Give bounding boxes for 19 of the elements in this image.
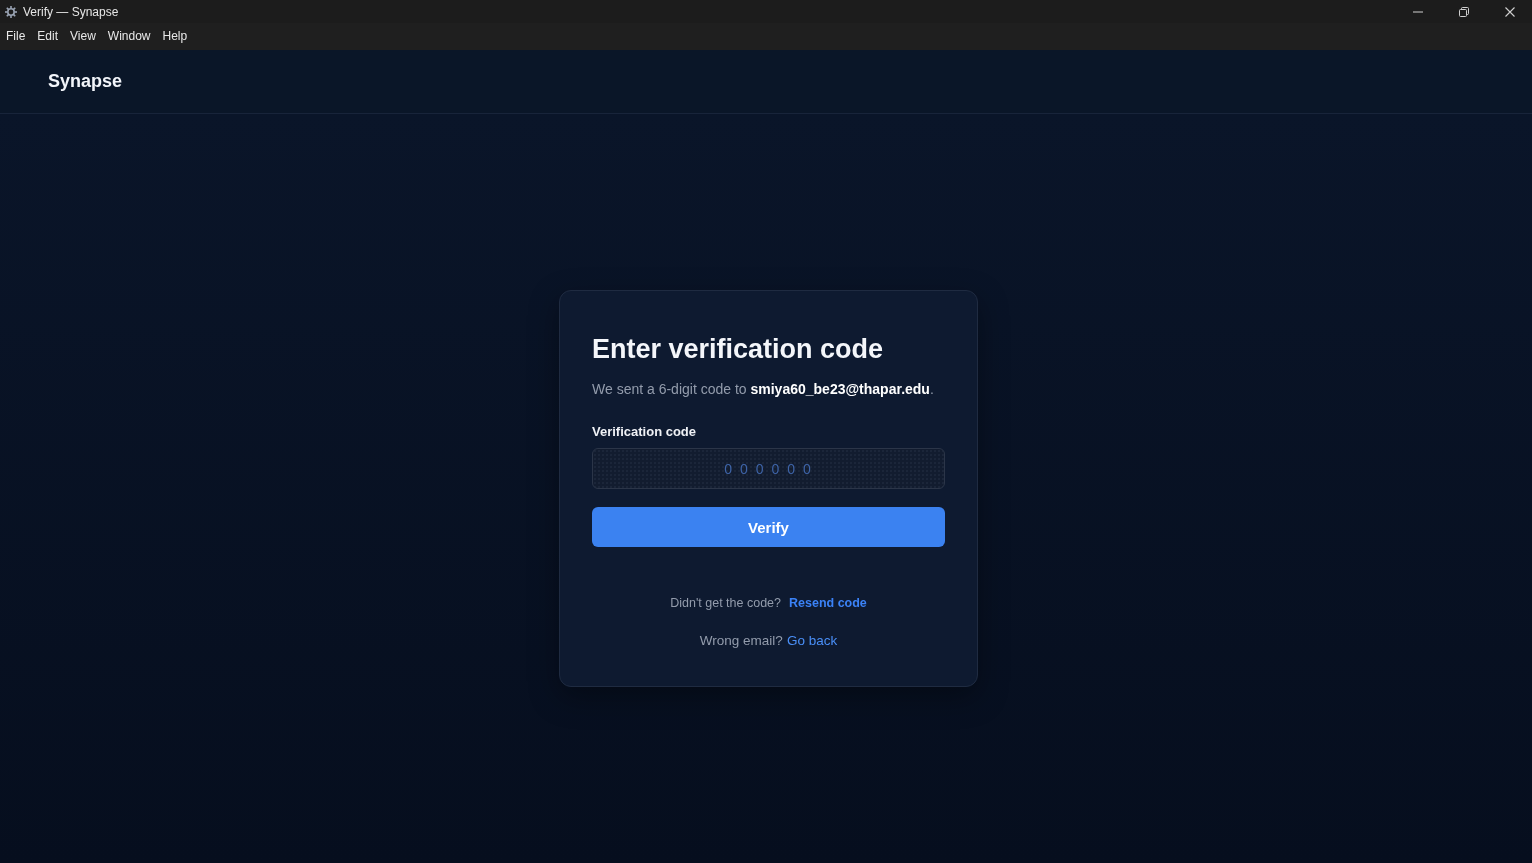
gear-icon <box>5 5 17 18</box>
text-link[interactable]: Resend code <box>789 594 867 612</box>
close-icon[interactable] <box>1505 6 1515 17</box>
restore-icon[interactable] <box>1459 6 1469 17</box>
menu-item[interactable]: File <box>1 27 31 46</box>
code-input-field[interactable]: 000000 <box>592 448 945 489</box>
field-label: Verification code <box>592 423 698 441</box>
subtitle-text: We sent a 6-digit code to smiya60_be23@thapar.edu. <box>592 380 935 399</box>
menu-item[interactable]: Help <box>157 27 193 46</box>
menu-item[interactable]: Window <box>102 27 156 46</box>
prompt-text: Wrong email? <box>699 632 783 650</box>
card-heading: Enter verification code <box>592 333 885 366</box>
menu-item[interactable]: View <box>65 27 101 46</box>
brand-name: Synapse <box>48 71 123 92</box>
text-link[interactable]: Go back <box>786 631 838 651</box>
window-title: Verify — Synapse <box>23 4 119 19</box>
menu-item[interactable]: Edit <box>32 27 64 46</box>
prompt-text: Didn't get the code? <box>670 595 781 612</box>
verify-button[interactable]: Verify <box>592 507 945 547</box>
